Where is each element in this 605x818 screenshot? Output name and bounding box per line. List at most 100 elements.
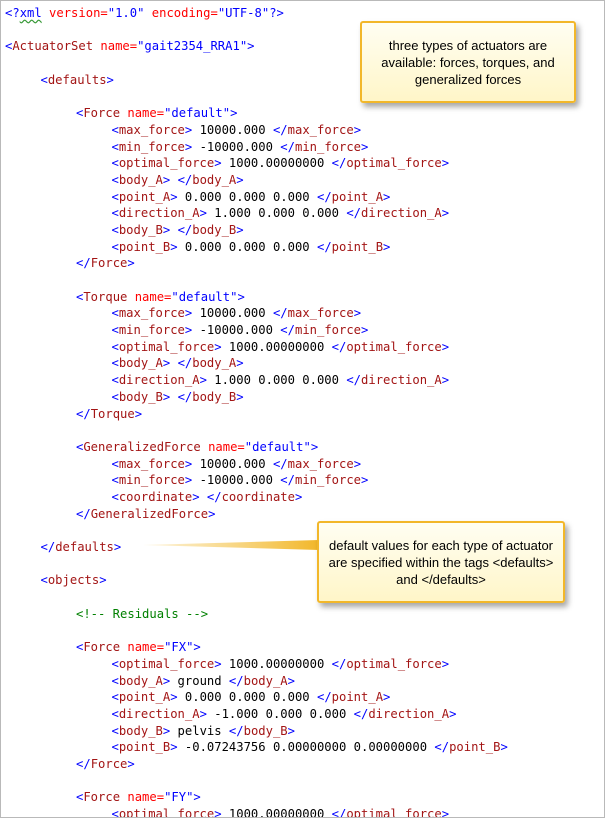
code-token: > xyxy=(500,740,508,755)
code-token: > xyxy=(361,139,369,154)
code-token: < xyxy=(111,807,119,818)
code-token: > xyxy=(294,489,303,504)
code-line: <body_B> pelvis </body_B> xyxy=(1,723,604,740)
code-token: < xyxy=(111,239,119,254)
code-token: </ xyxy=(353,706,369,721)
code-token: > xyxy=(199,373,207,388)
code-token: < xyxy=(111,356,119,371)
code-token: > xyxy=(383,690,391,705)
code-token: < xyxy=(111,740,119,755)
code-token: < xyxy=(111,389,119,404)
code-token: direction_A xyxy=(118,706,200,721)
code-token: Force xyxy=(83,790,121,805)
code-token: min_force xyxy=(294,323,362,338)
code-token: ?> xyxy=(269,6,284,20)
code-token: 10000.000 xyxy=(192,122,273,137)
code-line: <max_force> 10000.000 </max_force> xyxy=(1,122,604,139)
code-token: min_force xyxy=(118,139,185,154)
code-line: </Force> xyxy=(1,756,604,773)
callout-actuator-types: three types of actuators are available: … xyxy=(360,21,576,103)
code-token: body_A xyxy=(118,356,163,371)
code-token: </ xyxy=(206,489,222,504)
code-token: </ xyxy=(280,323,295,338)
code-token: 0.000 0.000 0.000 xyxy=(177,690,317,705)
code-token: < xyxy=(111,172,119,187)
code-token: <? xyxy=(5,6,20,20)
code-line: <point_A> 0.000 0.000 0.000 </point_A> xyxy=(1,689,604,706)
code-token: > xyxy=(247,39,255,54)
code-token: < xyxy=(111,656,119,671)
code-line: <Force name="FY"> xyxy=(1,789,604,806)
code-token: point_A xyxy=(118,189,171,204)
code-token: > xyxy=(99,573,107,588)
code-token: > xyxy=(353,456,362,471)
code-token: </ xyxy=(76,256,91,271)
code-token: optimal_force xyxy=(118,807,215,818)
code-token: "1.0" xyxy=(107,6,145,20)
code-token: direction_A xyxy=(118,206,200,221)
code-token: ground xyxy=(170,673,229,688)
code-token: min_force xyxy=(118,323,185,338)
code-token: </ xyxy=(331,156,347,171)
code-line: </Force> xyxy=(1,255,604,272)
code-token: > xyxy=(361,473,369,488)
code-token: > xyxy=(310,439,319,454)
code-token: -10000.000 xyxy=(192,473,281,488)
code-token: coordinate xyxy=(221,489,295,504)
code-token: < xyxy=(111,156,119,171)
code-line: <min_force> -10000.000 </min_force> xyxy=(1,139,604,156)
code-token: > xyxy=(170,189,178,204)
code-token: < xyxy=(111,456,119,471)
code-token: > xyxy=(193,790,201,805)
code-token: > xyxy=(287,723,295,738)
code-token: > xyxy=(170,239,178,254)
code-token: optimal_force xyxy=(118,656,215,671)
code-token: optimal_force xyxy=(118,156,215,171)
code-line: <direction_A> 1.000 0.000 0.000 </direct… xyxy=(1,372,604,389)
code-token: direction_A xyxy=(118,373,200,388)
code-token: > xyxy=(127,756,135,771)
code-token: "gait2354_RRA1" xyxy=(137,39,248,54)
code-token: > xyxy=(214,656,222,671)
code-token: body_A xyxy=(118,673,163,688)
code-token: < xyxy=(111,673,119,688)
code-token: body_A xyxy=(192,172,237,187)
code-line: <optimal_force> 1000.00000000 </optimal_… xyxy=(1,339,604,356)
code-token: > xyxy=(199,206,207,221)
code-line: <max_force> 10000.000 </max_force> xyxy=(1,456,604,473)
code-token: > xyxy=(170,690,178,705)
code-token: point_B xyxy=(449,740,501,755)
code-token: </ xyxy=(177,356,193,371)
code-token: optimal_force xyxy=(346,656,442,671)
code-token: <!-- Residuals --> xyxy=(76,606,209,621)
code-line: <body_A> </body_A> xyxy=(1,172,604,189)
code-token: </ xyxy=(346,373,362,388)
code-token: body_B xyxy=(118,723,163,738)
code-token: coordinate xyxy=(118,489,193,504)
code-token: > xyxy=(236,389,244,404)
code-token: > xyxy=(383,189,391,204)
code-token: </ xyxy=(316,690,332,705)
code-token: < xyxy=(111,723,119,738)
code-token: name= xyxy=(120,106,165,121)
code-token: optimal_force xyxy=(346,156,442,171)
code-token: </ xyxy=(280,473,295,488)
code-token: body_B xyxy=(243,723,288,738)
code-line: <body_B> </body_B> xyxy=(1,389,604,406)
code-token: 1000.00000000 xyxy=(221,807,332,818)
code-token: </ xyxy=(228,723,244,738)
xml-code-view[interactable]: <?xml version="1.0" encoding="UTF-8"?> < A… xyxy=(1,5,604,818)
code-token: < xyxy=(111,373,119,388)
code-token: </ xyxy=(272,122,288,137)
code-line: <body_A> ground </body_A> xyxy=(1,673,604,690)
code-token: max_force xyxy=(118,456,185,471)
code-line: <Torque name="default"> xyxy=(1,289,604,306)
code-token: > xyxy=(208,506,216,521)
code-token: Torque xyxy=(90,406,135,421)
code-token: < xyxy=(111,706,119,721)
